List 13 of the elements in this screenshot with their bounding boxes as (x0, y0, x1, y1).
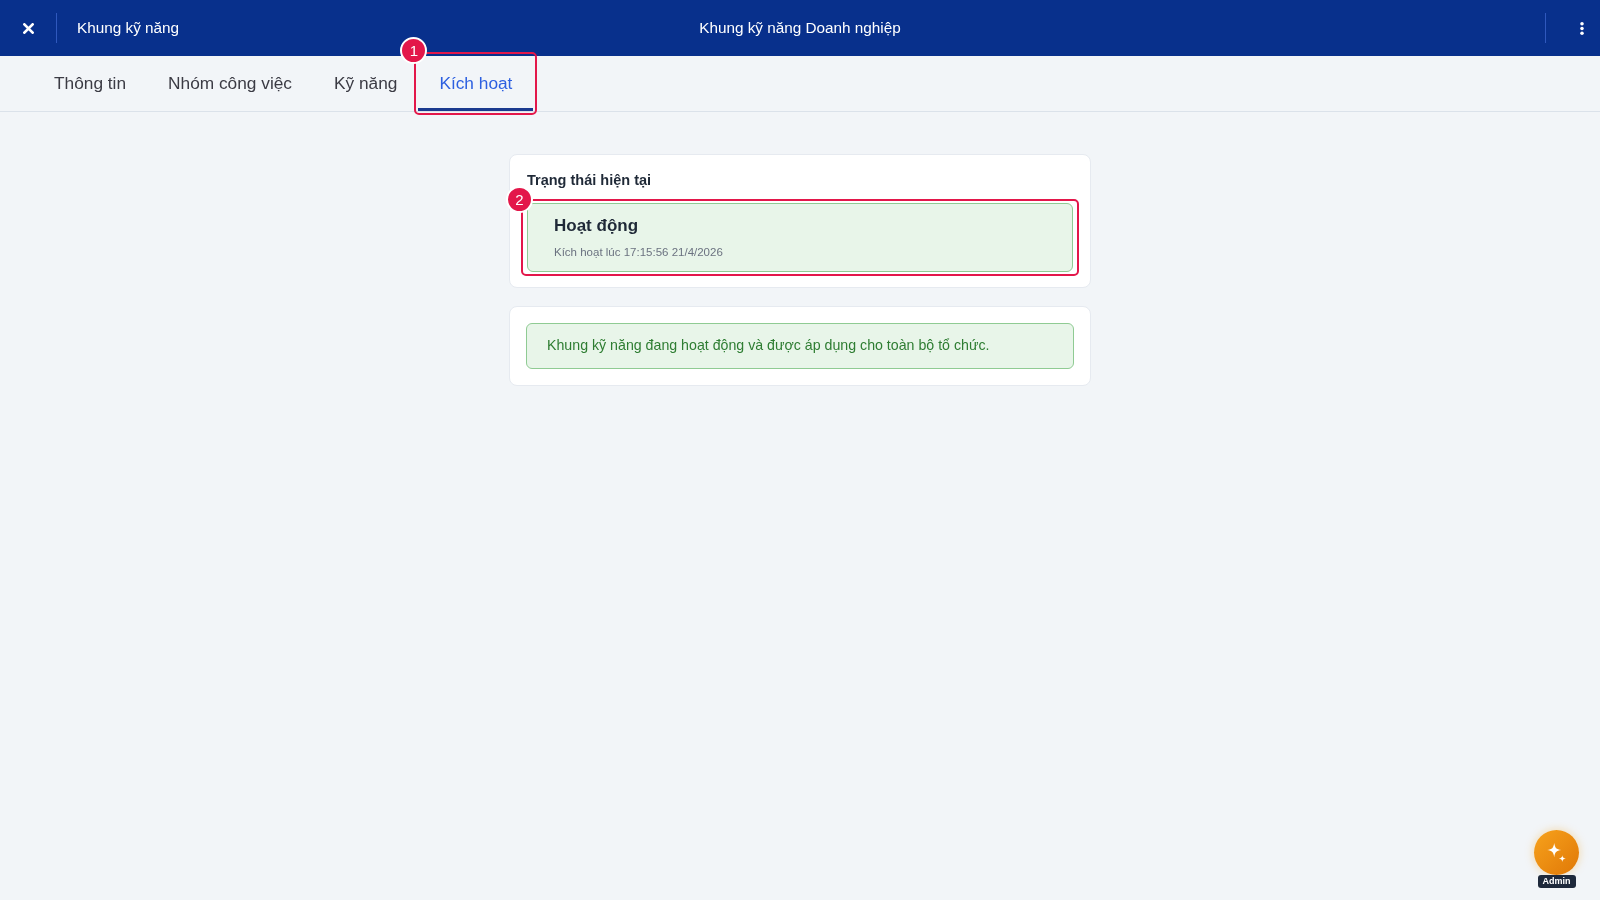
more-icon (1580, 21, 1584, 35)
page-title: Khung kỹ năng Doanh nghiệp (699, 17, 901, 38)
breadcrumb-title: Khung kỹ năng (77, 17, 180, 38)
success-alert: Khung kỹ năng đang hoạt động và được áp dụng cho toàn bộ tổ chức. (526, 322, 1074, 369)
sparkle-icon (1547, 843, 1566, 862)
status-label: Hoạt động (554, 215, 640, 238)
status-timestamp: Kích hoạt lúc 17:15:56 21/4/2026 (554, 244, 724, 260)
admin-tag: Admin (1537, 875, 1576, 888)
assistant-button[interactable] (1534, 830, 1579, 875)
tab[interactable]: Thông tin (33, 56, 148, 111)
close-icon (22, 22, 34, 34)
tab[interactable]: Nhóm công việc (147, 56, 313, 111)
callout-number: 2 (506, 185, 533, 213)
